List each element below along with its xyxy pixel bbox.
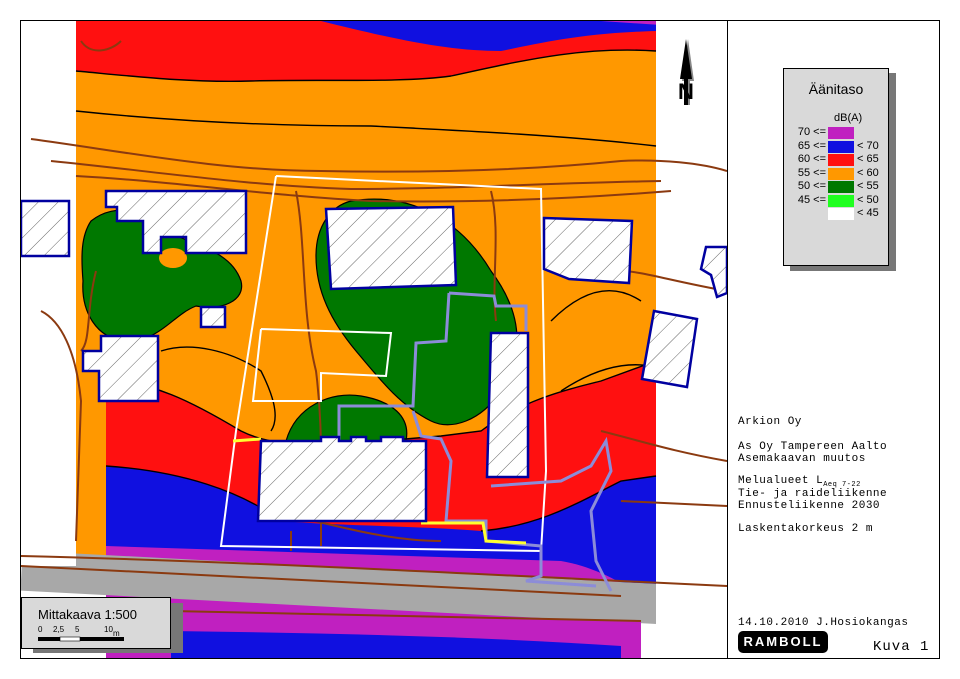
legend-row-low: 65 <= xyxy=(797,139,826,152)
legend-row-high: < 50 xyxy=(857,193,879,206)
forecast-label: Ennusteliikenne 2030 xyxy=(738,500,881,512)
map-type-prefix: Melualueet L xyxy=(738,475,824,487)
legend-row: 50 <= < 55 xyxy=(784,180,888,194)
north-label: N xyxy=(678,79,694,104)
legend-unit: dB(A) xyxy=(834,112,863,124)
scale-tick-0: 0 xyxy=(38,625,43,634)
building-center-north xyxy=(324,205,458,291)
building-west-edge xyxy=(21,199,71,258)
legend-row-high: < 60 xyxy=(857,166,879,179)
legend-row-low: 70 <= xyxy=(797,126,826,138)
legend-row: 70 <= xyxy=(784,126,888,140)
legend-row-low: 45 <= xyxy=(797,193,826,206)
legend-swatch xyxy=(828,208,854,220)
project-line2: Asemakaavan muutos xyxy=(738,453,866,465)
legend-row-low: 50 <= xyxy=(797,180,826,192)
height-label: Laskentakorkeus 2 m xyxy=(738,523,873,535)
scale-unit: m xyxy=(113,629,120,638)
legend-row: 45 <= < 50 xyxy=(784,194,888,208)
white-strip-left xyxy=(21,21,76,566)
legend-row: 65 <= < 70 xyxy=(784,140,888,154)
scale-tick-1: 2,5 xyxy=(53,625,65,634)
noise-map xyxy=(21,21,727,658)
date-author: 14.10.2010 J.Hosiokangas xyxy=(738,617,909,629)
scale-tick-3: 10 xyxy=(104,625,113,634)
legend-row: 55 <= < 60 xyxy=(784,167,888,181)
building-south xyxy=(256,435,428,523)
map-frame: Mittakaava 1:500 0 2,5 5 10 m N Äänitaso… xyxy=(20,20,940,659)
legend-row: 60 <= < 65 xyxy=(784,153,888,167)
traffic-label: Tie- ja raideliikenne xyxy=(738,488,888,500)
building-tall xyxy=(485,331,530,479)
legend-swatch xyxy=(828,167,854,180)
scale-title: Mittakaava 1:500 xyxy=(38,607,138,622)
scale-box: Mittakaava 1:500 0 2,5 5 10 m xyxy=(21,597,171,649)
info-panel: N Äänitaso dB(A) 70 <= 65 <= < 70 60 <= < 65… xyxy=(678,21,939,658)
legend-row: < 45 xyxy=(784,207,888,221)
legend-swatch xyxy=(828,127,854,139)
white-hole-west xyxy=(159,248,187,268)
legend-title: Äänitaso xyxy=(808,81,864,97)
legend-swatch xyxy=(828,140,854,153)
ramboll-logo: RAMBOLL xyxy=(738,631,828,653)
building-west-small xyxy=(199,305,227,329)
scale-tick-2: 5 xyxy=(75,625,80,634)
building-east xyxy=(542,216,634,285)
legend-row-low: 60 <= xyxy=(797,153,826,165)
legend-row-high: < 65 xyxy=(857,153,879,165)
legend-row-high: < 55 xyxy=(857,180,879,192)
figure-number: Kuva 1 xyxy=(873,639,930,655)
legend-row-high: < 45 xyxy=(857,207,879,219)
company-label: Arkion Oy xyxy=(738,416,802,428)
legend-swatch xyxy=(828,194,854,207)
project-line1: As Oy Tampereen Aalto xyxy=(738,441,888,453)
legend: Äänitaso dB(A) 70 <= 65 <= < 70 60 <= < 65 55… xyxy=(783,68,889,266)
north-arrow-icon: N xyxy=(678,39,694,105)
legend-swatch xyxy=(828,154,854,166)
legend-swatch xyxy=(828,181,854,193)
legend-row-high: < 70 xyxy=(857,139,879,152)
legend-row-low: 55 <= xyxy=(797,166,826,179)
